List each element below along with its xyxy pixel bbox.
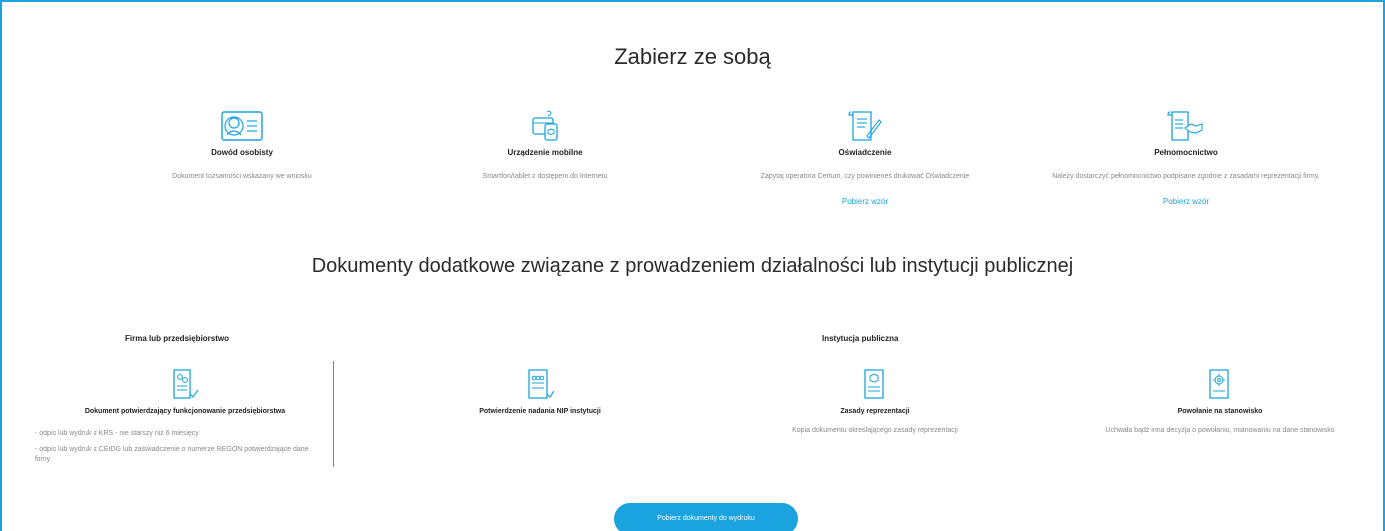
doc-title: Potwierdzenie nadania NIP instytucji	[479, 408, 601, 415]
item-title: Urządzenie mobilne	[507, 148, 583, 157]
doc-appointment: Powołanie na stanowisko Uchwała bądź inn…	[1080, 368, 1360, 434]
doc-business-confirmation: Dokument potwierdzający funkcjonowanie p…	[40, 368, 330, 415]
appointment-document-icon	[1209, 369, 1229, 399]
item-title: Pełnomocnictwo	[1154, 148, 1218, 157]
firm-heading: Firma lub przedsiębiorstwo	[125, 334, 230, 343]
business-doc-bullets: - odpis lub wydruk z KRS - nie starszy n…	[35, 429, 320, 471]
doc-title: Zasady reprezentacji	[840, 408, 910, 415]
representation-rules-icon	[864, 369, 884, 399]
business-document-icon	[173, 369, 199, 399]
item-power-of-attorney: Pełnomocnictwo Należy dostarczyć pełnomo…	[1026, 110, 1346, 209]
bullet-item: - odpis lub wydruk z CEIDG lub zaświadcz…	[35, 446, 309, 463]
item-desc: Należy dostarczyć pełnomocnictwo podpisa…	[1052, 173, 1320, 180]
item-title: Oświadczenie	[838, 148, 892, 157]
doc-title: Dokument potwierdzający funkcjonowanie p…	[84, 408, 286, 415]
doc-desc: Kopia dokumentu określającego zasady rep…	[792, 427, 958, 434]
id-card-icon	[221, 111, 263, 141]
item-desc: Dokument tożsamości wskazany we wniosku	[172, 173, 312, 180]
item-title: Dowód osobisty	[211, 148, 273, 157]
item-id-card: Dowód osobisty Dokument tożsamości wskaz…	[82, 110, 402, 180]
statement-document-icon	[848, 111, 882, 141]
bullet-item: - odpis lub wydruk z KRS - nie starszy n…	[35, 430, 199, 437]
nip-document-icon	[528, 369, 555, 399]
download-power-of-attorney-template-link[interactable]: Pobierz wzór	[1163, 197, 1209, 206]
doc-title: Powołanie na stanowisko	[1177, 408, 1263, 415]
item-statement: Oświadczenie Zapytaj operatora Certum, c…	[705, 110, 1025, 209]
mobile-device-icon	[532, 110, 558, 141]
institution-heading: Instytucja publiczna	[822, 334, 899, 343]
column-divider	[333, 361, 334, 467]
section-title-additional-documents: Dokumenty dodatkowe związane z prowadzen…	[311, 255, 1074, 277]
doc-desc: Uchwała bądź inna decyzja o powołaniu, m…	[1105, 427, 1335, 434]
item-desc: Zapytaj operatora Certum, czy powinieneś…	[760, 173, 970, 180]
item-mobile-device: Urządzenie mobilne Smartfon/tablet z dos…	[385, 110, 705, 180]
download-print-documents-button[interactable]: Pobierz dokumenty do wydruku	[614, 503, 798, 531]
power-of-attorney-icon	[1167, 111, 1203, 141]
section-title-take-with-you: Zabierz ze sobą	[614, 44, 771, 69]
item-desc: Smartfon/tablet z dostępem do Internetu	[482, 173, 608, 180]
doc-nip-confirmation: Potwierdzenie nadania NIP instytucji	[440, 368, 640, 415]
download-statement-template-link[interactable]: Pobierz wzór	[842, 197, 888, 206]
doc-representation-rules: Zasady reprezentacji Kopia dokumentu okr…	[740, 368, 1010, 434]
